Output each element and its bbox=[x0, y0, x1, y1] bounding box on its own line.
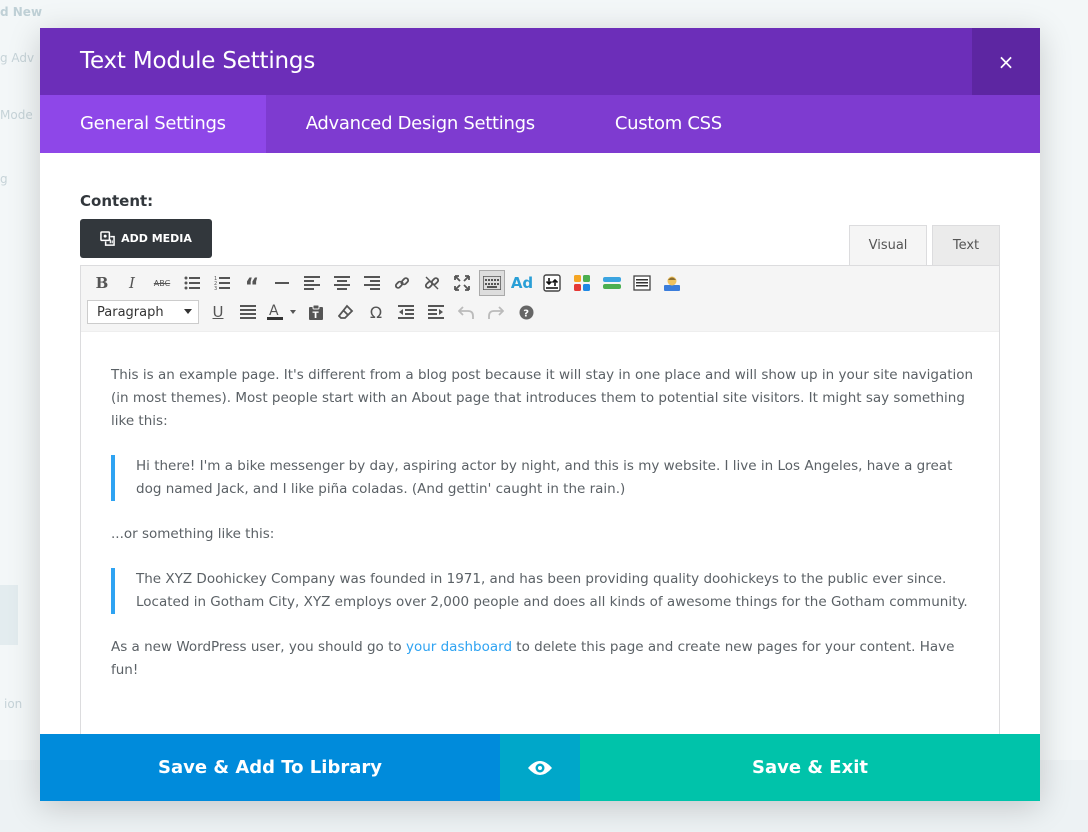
text-color-icon[interactable]: A bbox=[263, 299, 301, 325]
format-select-value: Paragraph bbox=[97, 304, 164, 320]
preview-button[interactable] bbox=[500, 734, 580, 801]
content-label: Content: bbox=[80, 192, 154, 210]
align-right-icon[interactable] bbox=[357, 270, 387, 296]
paragraph: As a new WordPress user, you should go t… bbox=[111, 636, 981, 682]
close-icon: × bbox=[997, 49, 1015, 74]
tab-visual[interactable]: Visual bbox=[849, 225, 927, 266]
help-icon[interactable]: ? bbox=[511, 299, 541, 325]
layout-icon[interactable] bbox=[597, 270, 627, 296]
list-box-icon[interactable] bbox=[627, 270, 657, 296]
align-center-icon[interactable] bbox=[327, 270, 357, 296]
bg-strip bbox=[0, 585, 18, 645]
paragraph: This is an example page. It's different … bbox=[111, 367, 974, 429]
paste-text-icon[interactable]: T bbox=[301, 299, 331, 325]
toolbar-row-1: B I ABC 123 “ Ad bbox=[87, 270, 687, 300]
horizontal-rule-icon[interactable] bbox=[267, 270, 297, 296]
bg-fragment: ion bbox=[4, 697, 23, 711]
clear-formatting-icon[interactable] bbox=[331, 299, 361, 325]
fullscreen-icon[interactable] bbox=[447, 270, 477, 296]
redo-icon[interactable] bbox=[481, 299, 511, 325]
toolbar-toggle-icon[interactable] bbox=[479, 270, 505, 296]
toolbar-row-2: Paragraph U A T Ω ? bbox=[87, 299, 541, 325]
svg-text:A: A bbox=[269, 303, 279, 319]
underline-icon[interactable]: U bbox=[203, 299, 233, 325]
close-button[interactable]: × bbox=[972, 28, 1040, 95]
modal-title: Text Module Settings bbox=[80, 48, 316, 74]
settings-tabs: General Settings Advanced Design Setting… bbox=[40, 95, 1040, 153]
eye-icon bbox=[528, 760, 552, 775]
chevron-down-icon bbox=[184, 309, 192, 314]
svg-text:?: ? bbox=[523, 308, 529, 319]
editor-toolbar: B I ABC 123 “ Ad Paragraph U A T Ω ? bbox=[81, 266, 999, 332]
modal-header: Text Module Settings × bbox=[40, 28, 1040, 95]
save-exit-button[interactable]: Save & Exit bbox=[580, 734, 1040, 801]
media-icon bbox=[100, 231, 115, 246]
unlink-icon[interactable] bbox=[417, 270, 447, 296]
module-settings-modal: Text Module Settings × General Settings … bbox=[40, 28, 1040, 801]
insert-shortcode-icon[interactable] bbox=[537, 270, 567, 296]
outdent-icon[interactable] bbox=[391, 299, 421, 325]
bullet-list-icon[interactable] bbox=[177, 270, 207, 296]
undo-icon[interactable] bbox=[451, 299, 481, 325]
strikethrough-icon[interactable]: ABC bbox=[147, 270, 177, 296]
user-icon[interactable] bbox=[657, 270, 687, 296]
blockquote: Hi there! I'm a bike messenger by day, a… bbox=[111, 455, 981, 501]
bg-fragment: Mode bbox=[0, 108, 33, 122]
numbered-list-icon[interactable]: 123 bbox=[207, 270, 237, 296]
tab-text[interactable]: Text bbox=[932, 225, 1000, 265]
italic-icon[interactable]: I bbox=[117, 270, 147, 296]
align-left-icon[interactable] bbox=[297, 270, 327, 296]
bold-icon[interactable]: B bbox=[87, 270, 117, 296]
tab-advanced-design-settings[interactable]: Advanced Design Settings bbox=[266, 95, 575, 153]
add-media-button[interactable]: ADD MEDIA bbox=[80, 219, 212, 258]
format-select[interactable]: Paragraph bbox=[87, 300, 199, 324]
bg-fragment: g Adv bbox=[0, 51, 35, 65]
justify-icon[interactable] bbox=[233, 299, 263, 325]
ad-icon[interactable]: Ad bbox=[507, 270, 537, 296]
ad-label: Ad bbox=[510, 274, 534, 292]
link-icon[interactable] bbox=[387, 270, 417, 296]
blockquote-icon[interactable]: “ bbox=[237, 270, 267, 300]
editor-body[interactable]: This is an example page. It's different … bbox=[111, 364, 981, 704]
content-editor[interactable]: B I ABC 123 “ Ad Paragraph U A T Ω ? Thi… bbox=[80, 265, 1000, 801]
save-add-to-library-button[interactable]: Save & Add To Library bbox=[40, 734, 500, 801]
modal-footer: Save & Add To Library Save & Exit bbox=[40, 734, 1040, 801]
svg-text:3: 3 bbox=[214, 286, 217, 290]
svg-text:T: T bbox=[313, 311, 320, 320]
tab-custom-css[interactable]: Custom CSS bbox=[575, 95, 762, 153]
bg-fragment: g bbox=[0, 172, 8, 186]
paragraph-text: As a new WordPress user, you should go t… bbox=[111, 639, 406, 655]
tab-general-settings[interactable]: General Settings bbox=[40, 95, 266, 153]
indent-icon[interactable] bbox=[421, 299, 451, 325]
bg-fragment: d New bbox=[0, 5, 43, 19]
add-media-label: ADD MEDIA bbox=[121, 232, 192, 245]
special-character-icon[interactable]: Ω bbox=[361, 299, 391, 325]
dashboard-link[interactable]: your dashboard bbox=[406, 639, 512, 655]
paragraph: ...or something like this: bbox=[111, 526, 275, 542]
color-grid-icon[interactable] bbox=[567, 270, 597, 296]
blockquote: The XYZ Doohickey Company was founded in… bbox=[111, 568, 981, 614]
